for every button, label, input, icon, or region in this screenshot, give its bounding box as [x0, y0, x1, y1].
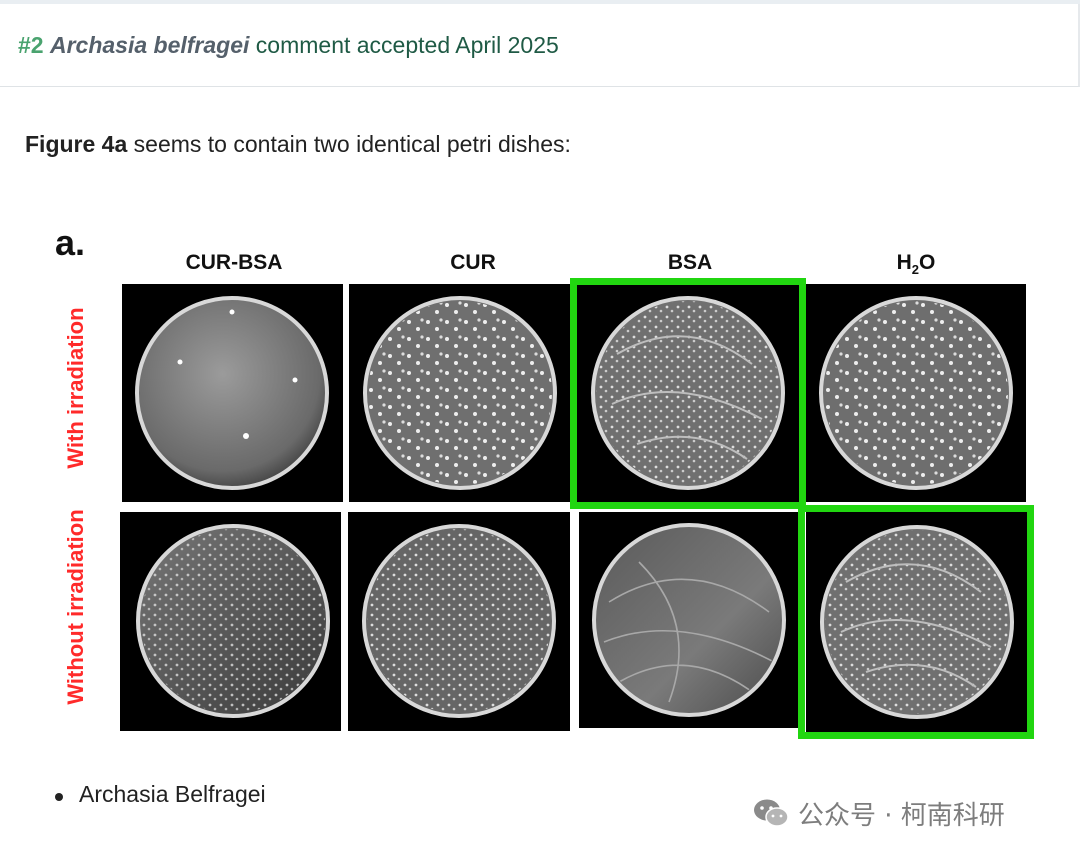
petri-dish-image [819, 296, 1013, 490]
petri-dish-image [363, 296, 557, 490]
bullet-marker [55, 793, 63, 801]
petri-dish-image [591, 296, 785, 490]
petri-dish-bsa-without [579, 512, 799, 728]
comment-number[interactable]: #2 [18, 32, 44, 58]
petri-dish-cur-without [348, 512, 570, 731]
row-label-with-irradiation: With irradiation [63, 273, 89, 503]
comment-status: comment accepted April 2025 [255, 32, 559, 58]
column-label-bsa: BSA [667, 251, 713, 274]
comment-title: #2 Archasia belfragei comment accepted A… [18, 32, 559, 59]
figure-reference: Figure 4a [25, 131, 128, 157]
comment-author[interactable]: Archasia belfragei [50, 32, 249, 58]
petri-dish-cur-with [349, 284, 570, 502]
intro-text: seems to contain two identical petri dis… [127, 131, 571, 157]
panel-letter: a. [55, 222, 86, 263]
row-label-text: With irradiation [63, 307, 88, 469]
column-label-cur: CUR [450, 251, 496, 274]
watermark-text: 公众号 · 柯南科研 [798, 800, 1005, 831]
petri-dish-image [592, 523, 786, 717]
petri-dish-cur-bsa-with [122, 284, 343, 502]
petri-dish-bsa-with [577, 284, 800, 502]
petri-dish-h2o-with [806, 284, 1026, 502]
watermark: 公众号 · 柯南科研 [752, 795, 1005, 831]
petri-dish-image [820, 525, 1014, 719]
petri-dish-image [136, 524, 330, 718]
h2o-o: O [919, 251, 936, 274]
h2o-h: H [896, 251, 912, 274]
row-label-without-irradiation: Without irradiation [63, 492, 89, 722]
comment-header: #2 Archasia belfragei comment accepted A… [0, 4, 1080, 87]
petri-dish-h2o-without [806, 512, 1027, 732]
wechat-icon [754, 799, 789, 827]
bullet-item: Archasia Belfragei [79, 781, 266, 807]
petri-dish-cur-bsa-without [120, 512, 341, 731]
petri-dish-image [135, 296, 329, 490]
column-label-h2o: H2O [806, 251, 1026, 277]
row-label-text: Without irradiation [63, 509, 88, 705]
petri-dish-image [362, 524, 556, 718]
column-label-cur-bsa: CUR-BSA [185, 251, 283, 274]
comment-intro: Figure 4a seems to contain two identical… [25, 131, 571, 158]
h2o-subscript: 2 [911, 262, 920, 278]
